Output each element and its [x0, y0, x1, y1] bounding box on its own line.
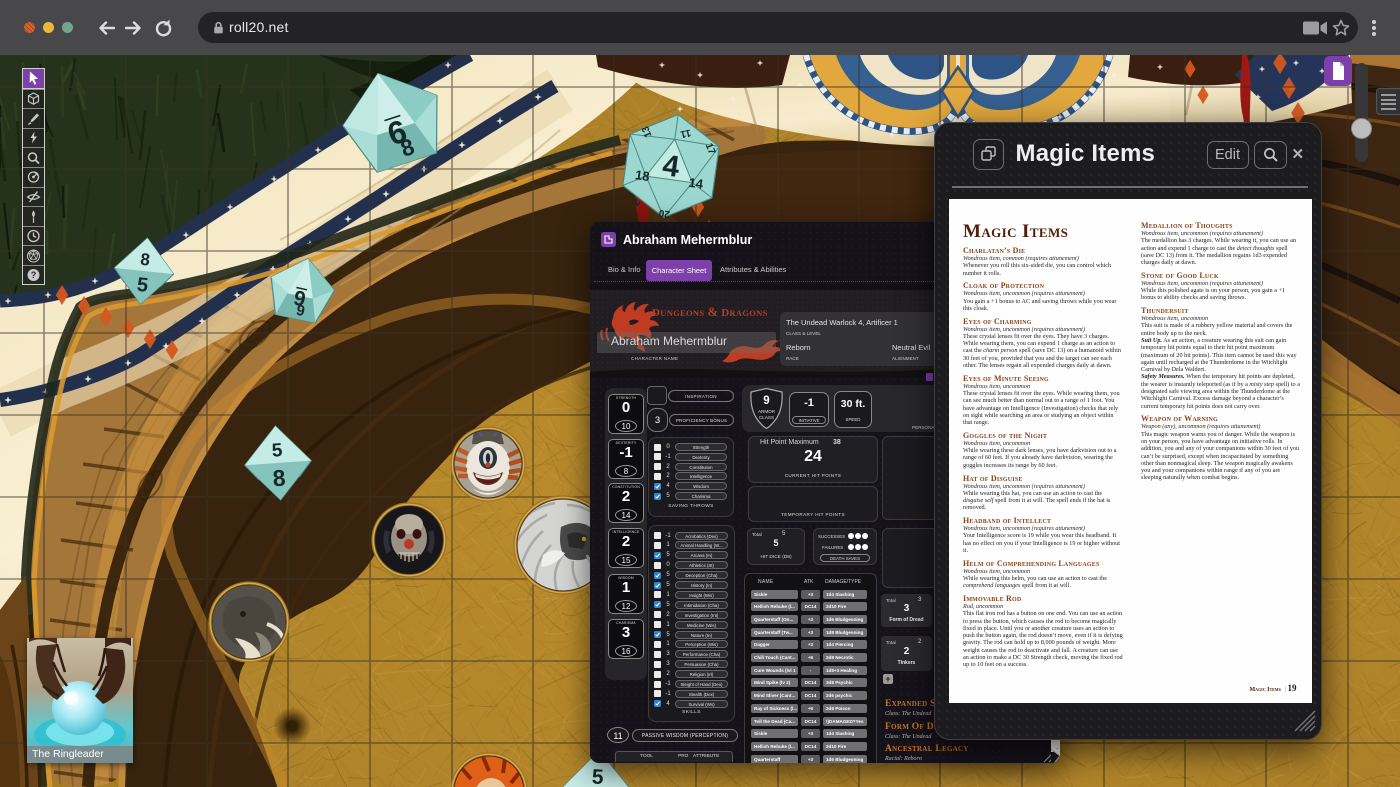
svg-text:8: 8 — [139, 250, 150, 270]
svg-text:CLASS: CLASS — [759, 415, 774, 420]
svg-text:5: 5 — [271, 440, 283, 462]
svg-text:18: 18 — [634, 167, 650, 184]
svg-text:?: ? — [31, 271, 37, 281]
svg-text:8: 8 — [272, 464, 287, 491]
svg-text:14: 14 — [688, 175, 705, 192]
svg-text:ARMOR: ARMOR — [758, 409, 776, 414]
svg-text:DUNGEONS & DRAGONS: DUNGEONS & DRAGONS — [652, 305, 768, 319]
svg-text:20: 20 — [658, 207, 671, 220]
svg-text:5: 5 — [591, 766, 604, 787]
svg-text:9: 9 — [763, 395, 769, 407]
svg-text:5: 5 — [136, 274, 149, 297]
